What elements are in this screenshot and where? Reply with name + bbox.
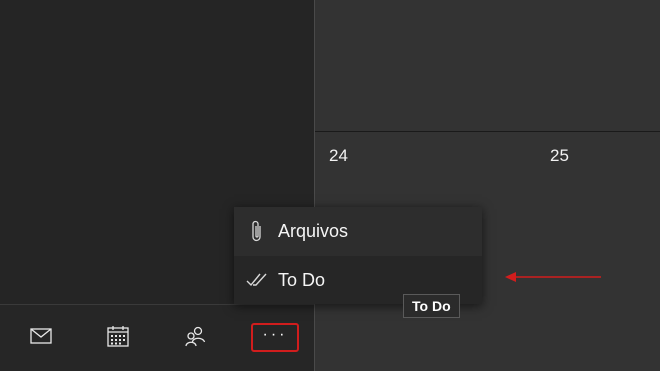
- double-check-icon: [246, 268, 268, 292]
- paperclip-icon: [246, 219, 268, 243]
- calendar-icon: [107, 326, 129, 347]
- mail-nav-button[interactable]: [18, 318, 64, 354]
- people-nav-button[interactable]: [172, 318, 218, 354]
- calendar-day-number[interactable]: 25: [550, 146, 569, 166]
- calendar-cell-upper[interactable]: [315, 0, 660, 131]
- menu-item-label: Arquivos: [278, 220, 349, 241]
- menu-item-label: To Do: [278, 269, 326, 290]
- mail-icon: [30, 328, 52, 344]
- people-icon: [185, 326, 206, 347]
- calendar-nav-button[interactable]: [95, 318, 141, 354]
- more-nav-button[interactable]: ···: [251, 323, 299, 352]
- menu-item-arquivos[interactable]: Arquivos: [234, 207, 482, 255]
- more-apps-menu: Arquivos To Do: [234, 207, 482, 304]
- calendar-day-number[interactable]: 24: [329, 146, 348, 166]
- tooltip: To Do: [403, 294, 460, 318]
- annotation-arrow: [505, 272, 601, 282]
- more-icon: ···: [262, 325, 288, 343]
